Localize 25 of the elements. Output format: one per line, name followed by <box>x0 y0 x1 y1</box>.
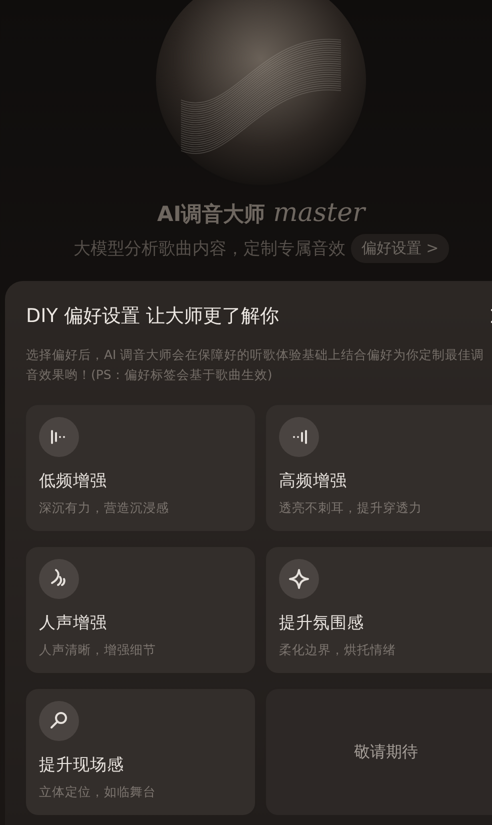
preference-card[interactable]: 提升现场感 立体定位，如临舞台 <box>26 689 255 815</box>
card-title: 提升现场感 <box>39 754 124 776</box>
card-title: 提升氛围感 <box>279 612 364 634</box>
preference-card[interactable]: 低频增强 深沉有力，营造沉浸感 <box>26 405 255 531</box>
app-title-script: master <box>273 198 365 228</box>
card-caption: 深沉有力，营造沉浸感 <box>39 500 169 517</box>
card-caption: 透亮不刺耳，提升穿透力 <box>279 500 422 517</box>
preference-card[interactable]: 提升氛围感 柔化边界，烘托情绪 <box>266 547 492 673</box>
preference-card[interactable]: 人声增强 人声清晰，增强细节 <box>26 547 255 673</box>
sparkle-icon <box>279 559 319 599</box>
card-caption: 人声清晰，增强细节 <box>39 642 156 659</box>
app-subtitle: 大模型分析歌曲内容，定制专属音效 <box>73 238 346 260</box>
sound-wave-icon <box>279 417 319 457</box>
card-title: 低频增强 <box>39 470 107 492</box>
app-title: AI调音大师 <box>157 201 266 228</box>
card-caption: 立体定位，如临舞台 <box>39 784 156 801</box>
sound-wave-icon <box>39 417 79 457</box>
sheet-title: DIY 偏好设置 让大师更了解你 <box>26 304 279 329</box>
card-caption: 柔化边界，烘托情绪 <box>279 642 396 659</box>
voice-icon <box>39 559 79 599</box>
coming-soon-text: 敬请期待 <box>354 742 418 762</box>
preference-card[interactable]: 高频增强 透亮不刺耳，提升穿透力 <box>266 405 492 531</box>
sheet-description: 选择偏好后，AI 调音大师会在保障好的听歌体验基础上结合偏好为你定制最佳调音效果哟！(PS：偏好标签会基于歌曲生效) <box>26 346 486 384</box>
card-title: 高频增强 <box>279 470 347 492</box>
card-title: 人声增强 <box>39 612 107 634</box>
